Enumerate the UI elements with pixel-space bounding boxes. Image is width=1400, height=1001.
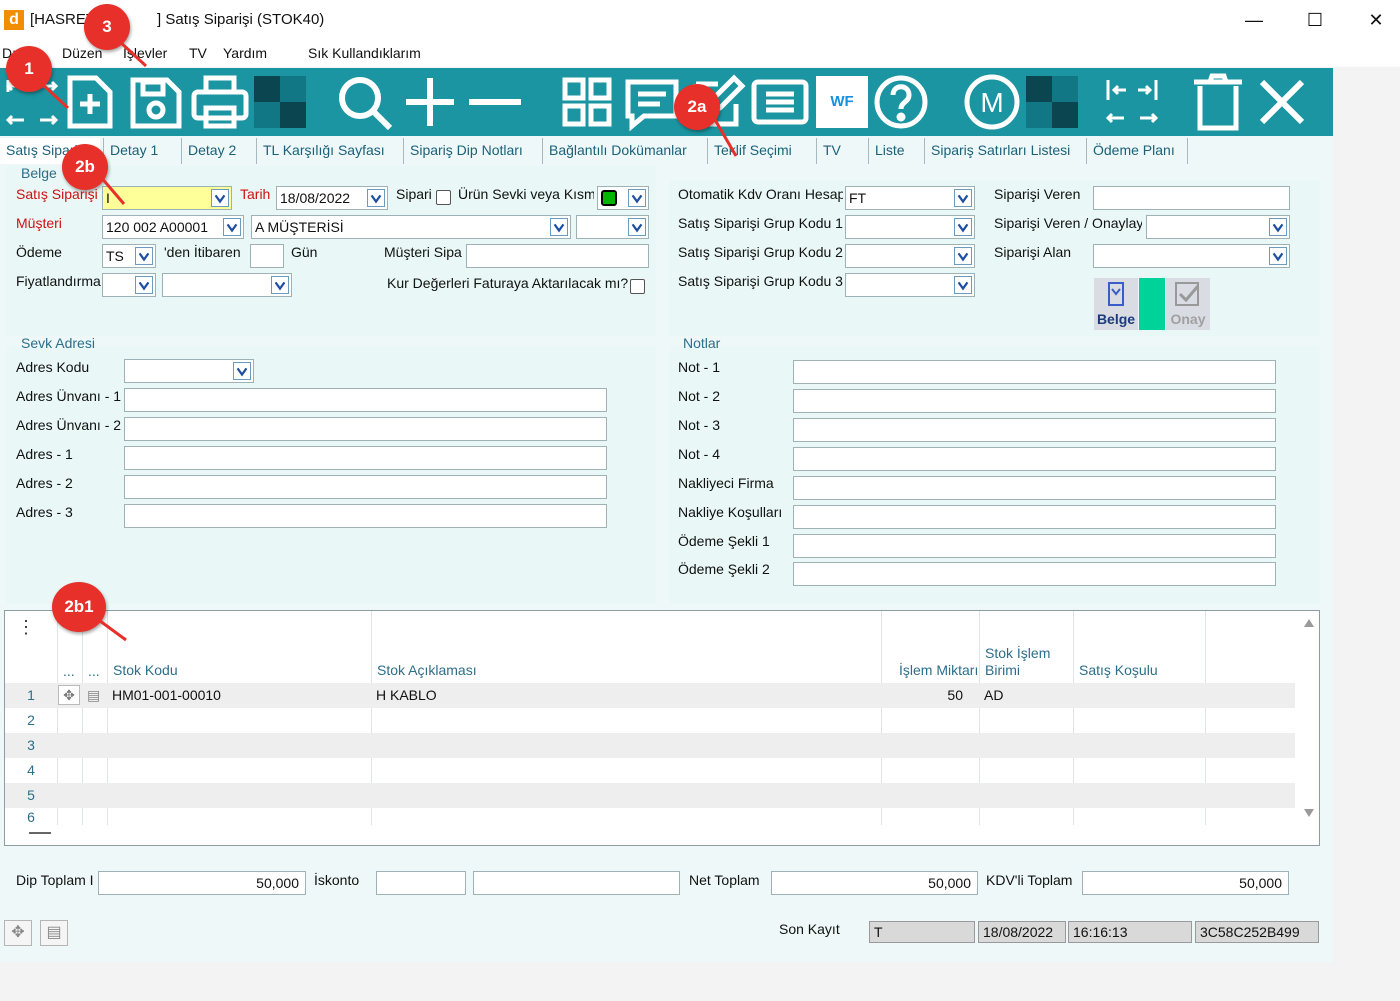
annotation-arrows: [38, 38, 738, 642]
